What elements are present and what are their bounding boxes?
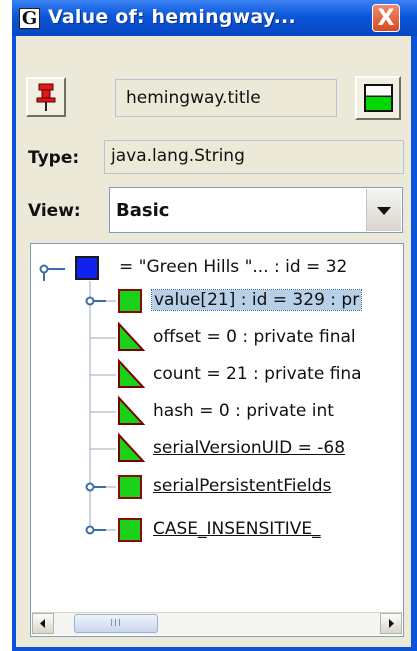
tree-node-label: hash = 0 : private int xyxy=(153,401,334,421)
tree-node-offset[interactable]: offset = 0 : private final xyxy=(31,324,403,356)
type-label: Type: xyxy=(28,148,80,168)
tree-node-label: serialVersionUID = -68 xyxy=(153,438,346,458)
scroll-left-button[interactable] xyxy=(32,613,54,634)
arrow-right-icon xyxy=(389,619,394,628)
view-label: View: xyxy=(28,201,81,221)
tree-node-label: value[21] : id = 329 : pr xyxy=(150,289,363,311)
chevron-down-icon xyxy=(377,207,391,215)
expression-field[interactable]: hemingway.title xyxy=(115,79,337,117)
pin-icon xyxy=(36,83,56,111)
dropdown-button[interactable] xyxy=(366,189,401,231)
value-tree[interactable]: = "Green Hills "... : id = 32 value[21] … xyxy=(30,243,404,637)
grip-icon: III xyxy=(110,618,122,629)
tree-node-value[interactable]: value[21] : id = 329 : pr xyxy=(31,287,403,319)
tree-node-serialpersistentfields[interactable]: serialPersistentFields xyxy=(31,473,403,505)
tree-root-node[interactable]: = "Green Hills "... : id = 32 xyxy=(31,254,403,286)
type-field: java.lang.String xyxy=(104,140,404,174)
horizontal-scrollbar[interactable]: III xyxy=(32,612,402,635)
tree-node-count[interactable]: count = 21 : private fina xyxy=(31,361,403,393)
scrollbar-thumb[interactable]: III xyxy=(74,614,158,633)
arrow-left-icon xyxy=(40,619,45,628)
view-selected-value: Basic xyxy=(116,200,170,221)
tree-node-label: CASE_INSENSITIVE_ xyxy=(153,519,321,539)
color-button[interactable] xyxy=(355,76,401,120)
view-select[interactable]: Basic xyxy=(109,187,403,233)
tree-node-case-insensitive[interactable]: CASE_INSENSITIVE_ xyxy=(31,516,403,548)
window-title: Value of: hemingway... xyxy=(48,6,296,28)
tree-node-label: offset = 0 : private final xyxy=(153,327,356,347)
tree-node-label: = "Green Hills "... : id = 32 xyxy=(119,257,348,277)
blue-square-icon xyxy=(75,256,99,280)
green-swatch-icon xyxy=(364,84,393,112)
pin-button[interactable] xyxy=(26,77,66,117)
tree-node-label: count = 21 : private fina xyxy=(153,364,362,384)
tree-node-hash[interactable]: hash = 0 : private int xyxy=(31,398,403,430)
green-box-icon xyxy=(118,475,142,499)
app-logo-icon: G xyxy=(19,8,40,29)
green-box-icon xyxy=(118,518,142,542)
tree-node-label: serialPersistentFields xyxy=(153,476,332,496)
close-button[interactable]: X xyxy=(372,4,400,32)
scroll-right-button[interactable] xyxy=(380,613,402,634)
close-icon: X xyxy=(377,5,395,31)
green-box-icon xyxy=(118,289,142,313)
tree-node-serialversionuid[interactable]: serialVersionUID = -68 xyxy=(31,435,403,467)
